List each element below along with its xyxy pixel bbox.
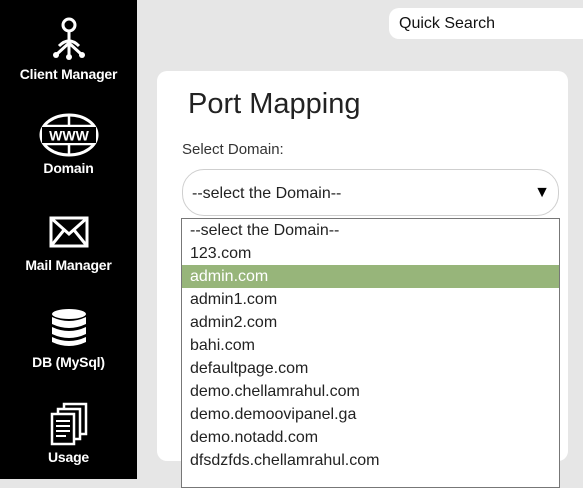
domain-option[interactable]: --select the Domain--	[182, 219, 559, 242]
client-manager-icon	[52, 17, 85, 60]
sidebar-item-domain[interactable]: WWW Domain	[0, 112, 137, 176]
envelope-icon	[49, 216, 88, 248]
sidebar-item-label: Client Manager	[19, 66, 118, 82]
sidebar: Client Manager WWW Domain Mail Manager D…	[0, 0, 137, 479]
domain-option[interactable]: bahi.com	[182, 334, 559, 357]
sidebar-item-client-manager[interactable]: Client Manager	[0, 16, 137, 82]
domain-dropdown-list: --select the Domain-- 123.com admin.com …	[181, 218, 560, 488]
domain-option[interactable]: 123.com	[182, 242, 559, 265]
domain-option[interactable]: admin2.com	[182, 311, 559, 334]
svg-text:WWW: WWW	[49, 128, 89, 144]
page-title: Port Mapping	[188, 88, 361, 120]
domain-select[interactable]: --select the Domain-- ▼	[182, 169, 559, 216]
chevron-down-icon: ▼	[534, 184, 550, 201]
sidebar-item-label: Usage	[47, 449, 90, 465]
documents-icon	[50, 402, 87, 446]
sidebar-item-mail-manager[interactable]: Mail Manager	[0, 216, 137, 273]
sidebar-item-label: Mail Manager	[25, 257, 112, 273]
sidebar-item-label: Domain	[43, 160, 94, 176]
domain-option-highlighted[interactable]: admin.com	[182, 265, 559, 288]
domain-option[interactable]: defaultpage.com	[182, 357, 559, 380]
domain-option[interactable]: demo.chellamrahul.com	[182, 380, 559, 403]
sidebar-item-usage[interactable]: Usage	[0, 402, 137, 465]
database-icon	[51, 309, 86, 346]
domain-option[interactable]: demo.demoovipanel.ga	[182, 403, 559, 426]
domain-option[interactable]: demo.notadd.com	[182, 426, 559, 449]
quick-search-input[interactable]: Quick Search	[389, 8, 583, 39]
domain-option[interactable]: dfsdzfds.chellamrahul.com	[182, 449, 559, 472]
sidebar-item-db-mysql[interactable]: DB (MySql)	[0, 308, 137, 370]
domain-option[interactable]: admin1.com	[182, 288, 559, 311]
sidebar-item-label: DB (MySql)	[32, 354, 105, 370]
domain-select-value: --select the Domain--	[192, 185, 342, 202]
www-icon: WWW	[39, 113, 98, 157]
select-domain-label: Select Domain:	[182, 141, 284, 158]
quick-search-label: Quick Search	[399, 15, 496, 32]
